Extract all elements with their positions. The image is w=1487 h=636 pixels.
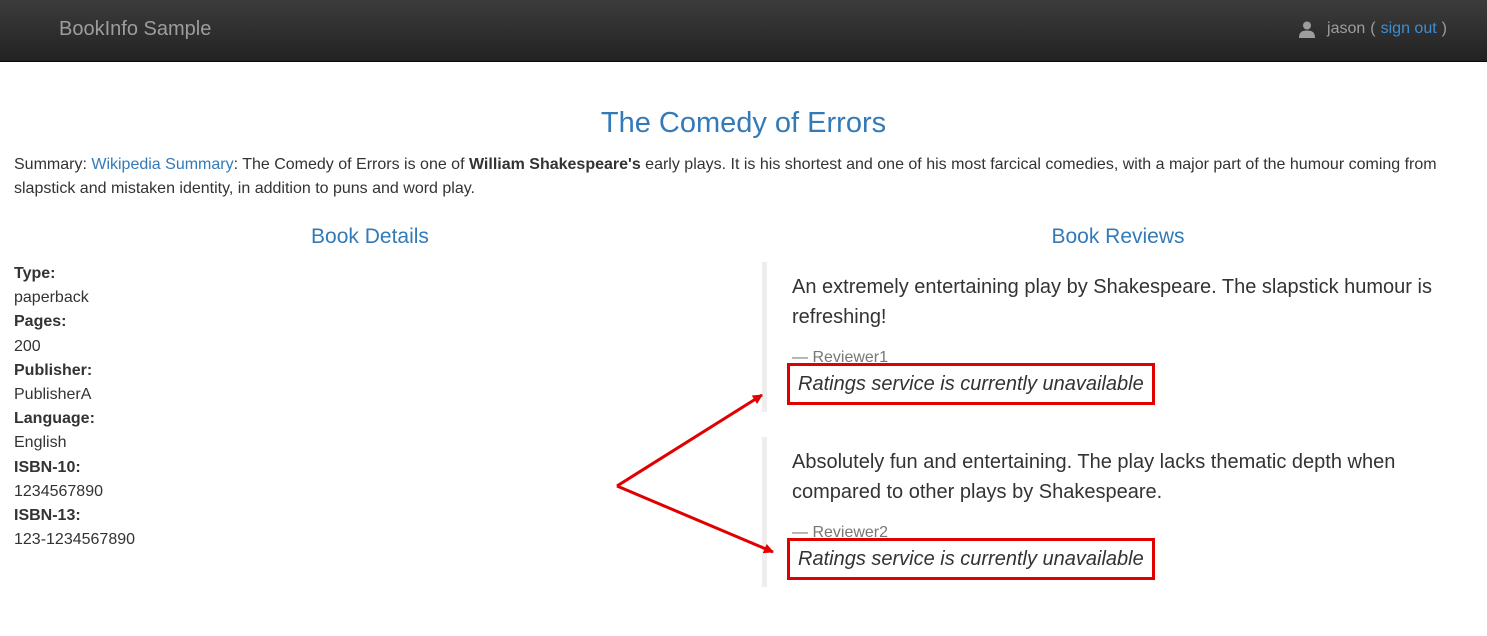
annotation-arrow-up [616, 393, 763, 488]
annotation-arrow-down [616, 484, 774, 554]
annotation-arrows [616, 393, 774, 554]
